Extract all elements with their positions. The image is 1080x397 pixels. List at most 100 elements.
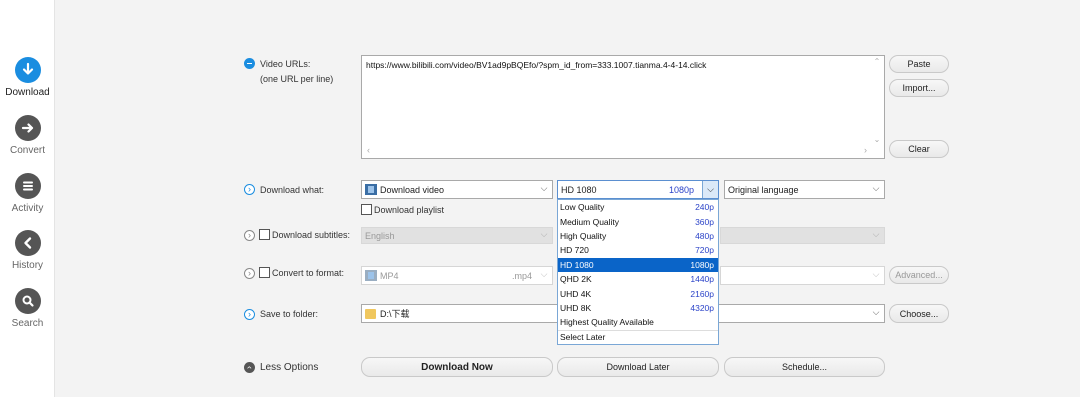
- quality-option[interactable]: High Quality 480p: [558, 229, 718, 243]
- video-urls-sublabel: (one URL per line): [260, 74, 334, 84]
- download-icon: [14, 57, 41, 83]
- quality-dropdown[interactable]: Low Quality 240p Medium Quality 360p High …: [557, 199, 719, 345]
- video-icon: [365, 184, 377, 195]
- schedule-button[interactable]: Schedule...: [724, 357, 885, 377]
- scroll-down-icon[interactable]: ⌄: [871, 135, 883, 145]
- chevron-down-icon: ⌵: [872, 269, 880, 279]
- quality-option[interactable]: HD 720 720p: [558, 243, 718, 257]
- option-name: High Quality: [560, 230, 607, 241]
- chevron-down-icon: ⌵: [872, 307, 880, 317]
- download-what-select[interactable]: Download video ⌵: [361, 180, 553, 199]
- option-res: 2160p: [690, 288, 714, 299]
- vertical-scrollbar[interactable]: ⌃ ⌄: [871, 57, 883, 145]
- download-what-label: Download what:: [260, 185, 325, 195]
- option-res: 1080p: [690, 259, 714, 270]
- option-res: 1440p: [690, 274, 714, 285]
- sidebar-item-activity[interactable]: Activity: [0, 173, 55, 214]
- sidebar-item-label: Search: [11, 318, 44, 329]
- scroll-right-icon[interactable]: ›: [864, 145, 867, 155]
- playlist-checkbox[interactable]: [361, 204, 372, 215]
- download-later-button[interactable]: Download Later: [557, 357, 719, 377]
- subtitles-checkbox-row[interactable]: Download subtitles:: [259, 229, 350, 240]
- activity-icon: [14, 173, 41, 199]
- chevron-down-icon: ⌵: [540, 183, 548, 193]
- quality-res: 1080p: [668, 184, 694, 195]
- sidebar-item-history[interactable]: History: [0, 230, 55, 271]
- choose-folder-button[interactable]: Choose...: [889, 304, 949, 323]
- quality-select[interactable]: HD 1080 1080p ⌵: [557, 180, 719, 199]
- option-name: QHD 2K: [560, 274, 592, 285]
- sidebar-item-search[interactable]: Search: [0, 288, 55, 329]
- sidebar-item-label: Activity: [11, 203, 44, 214]
- download-now-button[interactable]: Download Now: [361, 357, 553, 377]
- less-options-icon[interactable]: [244, 362, 255, 373]
- subtitles-format-select: ⌵: [720, 227, 885, 244]
- import-button[interactable]: Import...: [889, 79, 949, 97]
- chevron-down-icon: ⌵: [872, 229, 880, 239]
- chevron-down-icon: ⌵: [872, 183, 880, 193]
- quality-option[interactable]: UHD 4K 2160p: [558, 286, 718, 300]
- language-value: Original language: [728, 184, 799, 195]
- folder-value: D:\下载: [380, 309, 410, 319]
- paste-button[interactable]: Paste: [889, 55, 949, 73]
- convert-value: MP4: [380, 270, 399, 281]
- option-res: 360p: [695, 216, 714, 227]
- sidebar-item-label: Convert: [9, 145, 45, 156]
- chevron-down-icon: ⌵: [540, 269, 548, 279]
- horizontal-scrollbar[interactable]: ‹ ›: [363, 145, 871, 157]
- collapse-icon[interactable]: [244, 58, 255, 69]
- download-what-value: Download video: [380, 184, 445, 195]
- less-options-link[interactable]: Less Options: [260, 362, 318, 373]
- clear-button[interactable]: Clear: [889, 140, 949, 158]
- expand-icon[interactable]: [244, 230, 255, 241]
- sidebar-item-label: History: [11, 260, 44, 271]
- save-folder-label: Save to folder:: [260, 309, 319, 319]
- quality-value: HD 1080: [561, 184, 597, 195]
- subtitles-checkbox[interactable]: [259, 229, 270, 240]
- video-icon: [365, 270, 377, 281]
- sidebar-item-convert[interactable]: Convert: [0, 115, 55, 156]
- playlist-checkbox-row[interactable]: Download playlist: [361, 204, 444, 215]
- scroll-up-icon[interactable]: ⌃: [871, 57, 883, 67]
- option-res: 4320p: [690, 302, 714, 313]
- quality-option[interactable]: Select Later: [558, 329, 718, 344]
- option-name: HD 720: [560, 245, 589, 256]
- subtitles-value: English: [365, 230, 395, 241]
- playlist-label: Download playlist: [374, 204, 445, 215]
- language-select[interactable]: Original language ⌵: [724, 180, 885, 199]
- quality-option-selected[interactable]: HD 1080 1080p: [558, 257, 718, 272]
- url-textarea[interactable]: https://www.bilibili.com/video/BV1ad9pBQ…: [361, 55, 885, 159]
- convert-checkbox[interactable]: [259, 267, 270, 278]
- history-icon: [14, 230, 41, 256]
- subtitles-language-select: English ⌵: [361, 227, 553, 244]
- quality-option[interactable]: UHD 8K 4320p: [558, 301, 718, 315]
- quality-option[interactable]: Medium Quality 360p: [558, 214, 718, 228]
- scroll-left-icon[interactable]: ‹: [367, 145, 370, 155]
- option-res: 720p: [695, 245, 714, 256]
- convert-format-select: MP4 .mp4 ⌵: [361, 266, 553, 285]
- option-name: Low Quality: [560, 202, 605, 213]
- convert-icon: [14, 115, 41, 141]
- option-name: HD 1080: [560, 259, 594, 270]
- expand-icon[interactable]: [244, 309, 255, 320]
- video-urls-label: Video URLs:: [260, 59, 311, 69]
- convert-label: Convert to format:: [272, 267, 345, 278]
- url-text[interactable]: https://www.bilibili.com/video/BV1ad9pBQ…: [366, 60, 706, 70]
- option-res: 480p: [695, 230, 714, 241]
- expand-icon[interactable]: [244, 268, 255, 279]
- quality-option[interactable]: Low Quality 240p: [558, 200, 718, 214]
- advanced-button: Advanced...: [889, 266, 949, 284]
- quality-option[interactable]: Highest Quality Available: [558, 315, 718, 329]
- convert-checkbox-row[interactable]: Convert to format:: [259, 267, 344, 278]
- convert-ext: .mp4: [511, 270, 532, 281]
- option-name: UHD 8K: [560, 302, 592, 313]
- folder-icon: [365, 308, 376, 319]
- option-name: Select Later: [560, 332, 606, 343]
- quality-option[interactable]: QHD 2K 1440p: [558, 272, 718, 286]
- convert-preset-select: ⌵: [720, 266, 885, 285]
- option-name: UHD 4K: [560, 288, 592, 299]
- chevron-down-icon[interactable]: ⌵: [702, 181, 718, 198]
- sidebar-item-download[interactable]: Download: [0, 57, 55, 98]
- search-icon: [14, 288, 41, 314]
- expand-icon[interactable]: [244, 184, 255, 195]
